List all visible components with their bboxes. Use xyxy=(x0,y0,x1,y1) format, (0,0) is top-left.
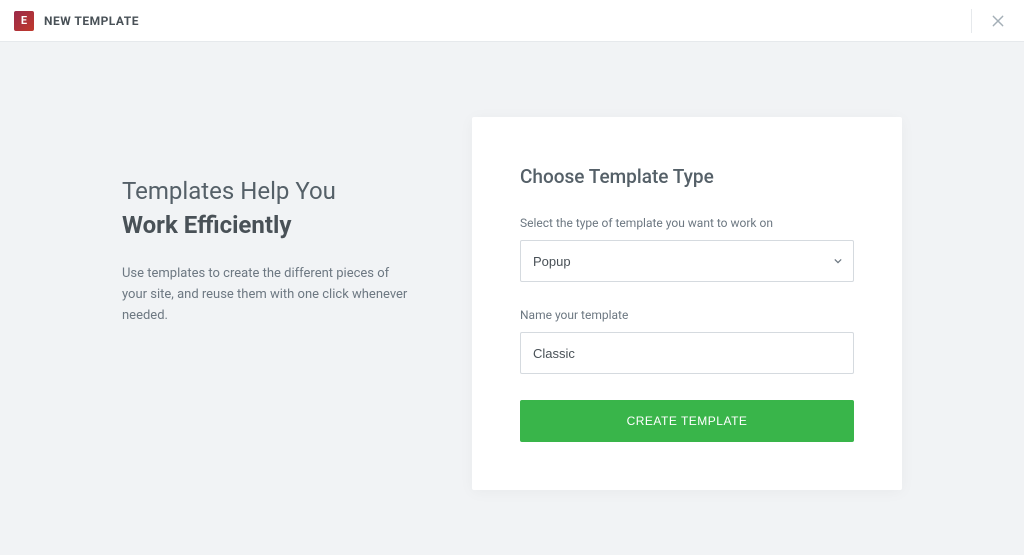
heading-line2: Work Efficiently xyxy=(122,209,412,243)
close-icon xyxy=(991,14,1005,28)
logo-letter: E xyxy=(21,14,27,27)
create-template-button[interactable]: CREATE TEMPLATE xyxy=(520,400,854,442)
heading-line1: Templates Help You xyxy=(122,175,412,209)
form-title: Choose Template Type xyxy=(520,165,854,188)
template-type-select-wrap: Popup xyxy=(520,240,854,282)
template-name-label: Name your template xyxy=(520,308,854,322)
modal-content: Templates Help You Work Efficiently Use … xyxy=(0,42,1024,490)
elementor-logo-icon: E xyxy=(14,11,34,31)
modal-header: E NEW TEMPLATE xyxy=(0,0,1024,42)
template-name-input[interactable] xyxy=(520,332,854,374)
intro-description: Use templates to create the different pi… xyxy=(122,264,412,326)
header-left: E NEW TEMPLATE xyxy=(14,11,139,31)
template-type-label: Select the type of template you want to … xyxy=(520,216,854,230)
close-button[interactable] xyxy=(971,9,1010,33)
intro-column: Templates Help You Work Efficiently Use … xyxy=(122,117,412,327)
form-card: Choose Template Type Select the type of … xyxy=(472,117,902,490)
template-type-select[interactable]: Popup xyxy=(520,240,854,282)
modal-title: NEW TEMPLATE xyxy=(44,14,139,28)
